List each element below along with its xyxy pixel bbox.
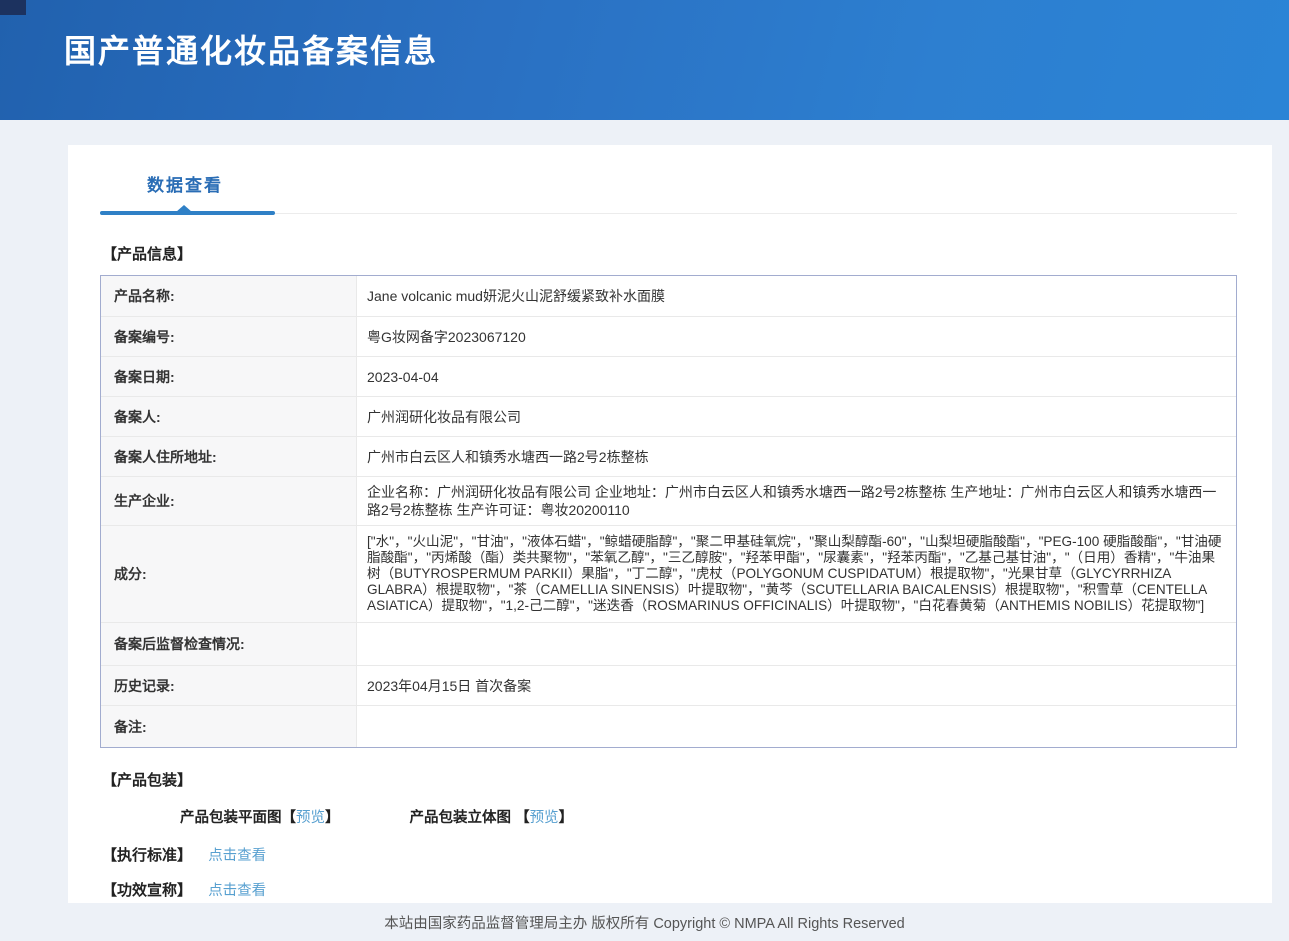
bracket-open: 【 [282, 810, 297, 826]
active-tab-underline [100, 211, 275, 215]
table-row-supervision-inspection: 备案后监督检查情况: [101, 622, 1236, 665]
row-label: 备案日期: [101, 357, 357, 396]
packaging-flat-item: 产品包装平面图【预览】 [180, 810, 340, 826]
bracket-close: 】 [559, 810, 574, 826]
packaging-stereo-preview-link[interactable]: 预览 [530, 810, 559, 826]
table-row-registration-date: 备案日期: 2023-04-04 [101, 356, 1236, 396]
row-label: 备案人: [101, 397, 357, 436]
table-row-registrant-address: 备案人住所地址: 广州市白云区人和镇秀水塘西一路2号2栋整栋 [101, 436, 1236, 476]
table-row-remarks: 备注: [101, 705, 1236, 747]
header-banner: 国产普通化妆品备案信息 [0, 0, 1289, 120]
packaging-flat-label: 产品包装平面图 [180, 810, 282, 826]
table-row-history: 历史记录: 2023年04月15日 首次备案 [101, 665, 1236, 705]
row-value: ["水"，"火山泥"，"甘油"，"液体石蜡"，"鲸蜡硬脂醇"，"聚二甲基硅氧烷"… [357, 526, 1236, 622]
row-label: 备案后监督检查情况: [101, 623, 357, 665]
page-footer: 本站由国家药品监督管理局主办 版权所有 Copyright © NMPA All… [0, 903, 1289, 941]
row-label: 成分: [101, 526, 357, 622]
standards-section-title: 【执行标准】 [102, 847, 192, 864]
packaging-stereo-label: 产品包装立体图 [410, 810, 516, 826]
packaging-section-title: 【产品包装】 [102, 769, 1237, 790]
tab-bar: 数据查看 [100, 145, 1237, 214]
table-row-product-name: 产品名称: Jane volcanic mud妍泥火山泥舒缓紧致补水面膜 [101, 276, 1236, 316]
table-row-registration-number: 备案编号: 粤G妆网备字2023067120 [101, 316, 1236, 356]
efficacy-view-link[interactable]: 点击查看 [208, 883, 266, 899]
page-title: 国产普通化妆品备案信息 [64, 26, 438, 72]
product-info-table: 产品名称: Jane volcanic mud妍泥火山泥舒缓紧致补水面膜 备案编… [100, 275, 1237, 748]
table-row-manufacturer: 生产企业: 企业名称：广州润研化妆品有限公司 企业地址：广州市白云区人和镇秀水塘… [101, 476, 1236, 525]
row-label: 产品名称: [101, 276, 357, 316]
row-value: 广州润研化妆品有限公司 [357, 397, 1236, 436]
packaging-links-line: 产品包装平面图【预览】 产品包装立体图 【预览】 [180, 806, 1237, 827]
copyright-text: 本站由国家药品监督管理局主办 版权所有 Copyright © NMPA All… [384, 912, 904, 933]
tab-caret-icon [176, 205, 192, 212]
row-value: 企业名称：广州润研化妆品有限公司 企业地址：广州市白云区人和镇秀水塘西一路2号2… [357, 477, 1236, 525]
row-value: 粤G妆网备字2023067120 [357, 317, 1236, 356]
row-label: 历史记录: [101, 666, 357, 705]
bracket-open: 【 [515, 810, 530, 826]
standards-line: 【执行标准】 点击查看 [102, 844, 1237, 865]
packaging-stereo-item: 产品包装立体图 【预览】 [410, 810, 574, 826]
table-row-registrant: 备案人: 广州润研化妆品有限公司 [101, 396, 1236, 436]
row-value: 2023-04-04 [357, 357, 1236, 396]
row-value [357, 623, 1236, 665]
table-row-ingredients: 成分: ["水"，"火山泥"，"甘油"，"液体石蜡"，"鲸蜡硬脂醇"，"聚二甲基… [101, 525, 1236, 622]
row-label: 备案编号: [101, 317, 357, 356]
efficacy-line: 【功效宣称】 点击查看 [102, 879, 1237, 900]
tab-data-view[interactable]: 数据查看 [147, 171, 223, 196]
row-value: 广州市白云区人和镇秀水塘西一路2号2栋整栋 [357, 437, 1236, 476]
row-value: 2023年04月15日 首次备案 [357, 666, 1236, 705]
efficacy-section-title: 【功效宣称】 [102, 882, 192, 899]
packaging-flat-preview-link[interactable]: 预览 [296, 810, 325, 826]
content-card: 数据查看 【产品信息】 产品名称: Jane volcanic mud妍泥火山泥… [68, 145, 1272, 903]
row-label: 备注: [101, 706, 357, 747]
standards-view-link[interactable]: 点击查看 [208, 848, 266, 864]
row-value: Jane volcanic mud妍泥火山泥舒缓紧致补水面膜 [357, 276, 1236, 316]
header-corner-decoration [0, 0, 26, 15]
row-label: 生产企业: [101, 477, 357, 525]
row-value [357, 706, 1236, 747]
row-label: 备案人住所地址: [101, 437, 357, 476]
bracket-close: 】 [325, 810, 340, 826]
product-info-section-title: 【产品信息】 [102, 243, 1237, 264]
